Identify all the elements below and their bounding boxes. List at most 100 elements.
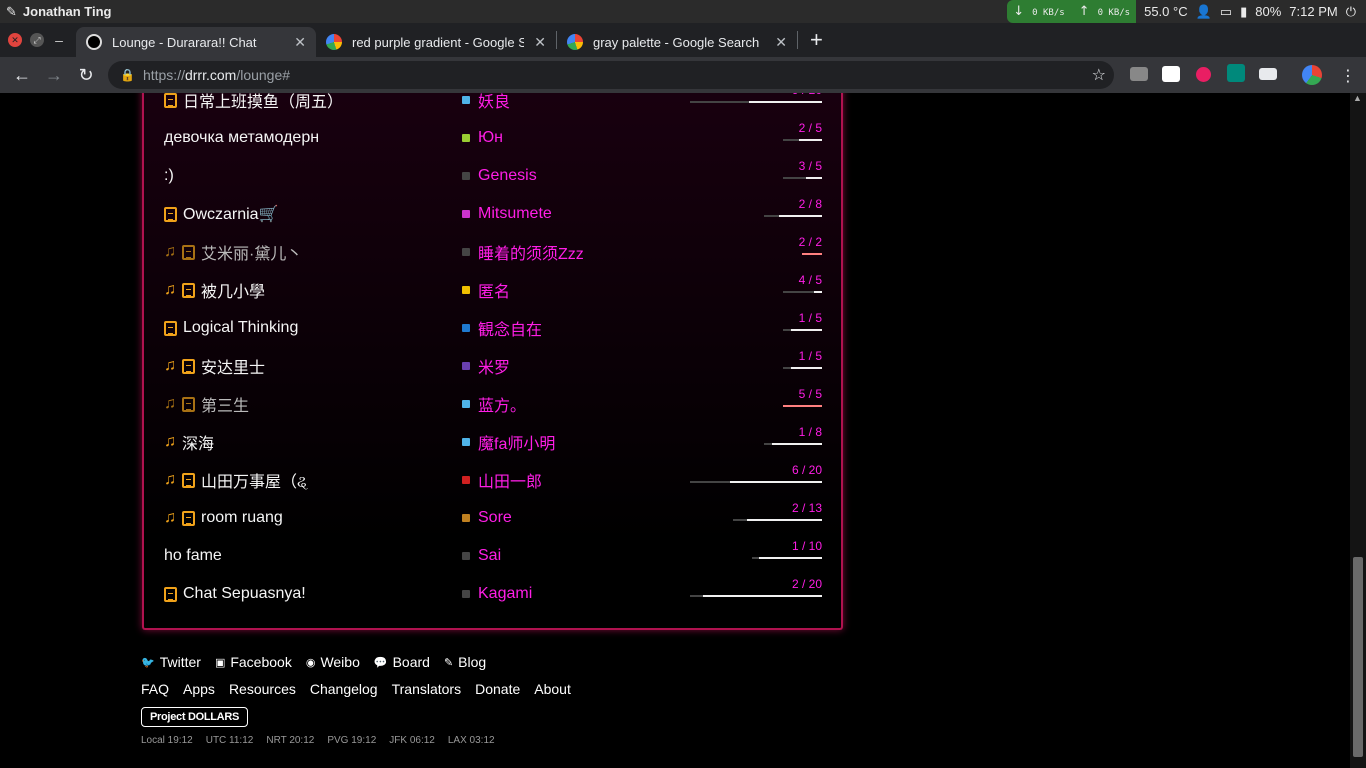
occupancy-bar-fill (798, 139, 822, 141)
room-name[interactable]: :) (164, 157, 174, 195)
room-row[interactable]: ♫ 安达里士 米罗 1 / 5 (144, 347, 841, 385)
room-row[interactable]: Owczarnia🛒 Mitsumete 2 / 8 (144, 195, 841, 233)
room-host[interactable]: 山田一郎 (462, 461, 542, 499)
tab-gray-palette[interactable]: gray palette - Google Search ✕ (557, 27, 797, 57)
room-row[interactable]: девочка метамодерн Юн 2 / 5 (144, 119, 841, 157)
room-row[interactable]: ho fame Sai 1 / 10 (144, 537, 841, 575)
power-icon[interactable]: ⏻ (1346, 4, 1356, 20)
extension-font-icon[interactable] (1162, 66, 1180, 82)
os-user-menu[interactable]: ✎ Jonathan Ting (0, 4, 112, 20)
room-name[interactable]: Logical Thinking (164, 309, 298, 347)
room-host[interactable]: 妖良 (462, 93, 510, 119)
room-row[interactable]: ♫ 深海 魔fa师小明 1 / 8 (144, 423, 841, 461)
room-host[interactable]: 睡着的须须Zzz (462, 233, 584, 271)
room-host[interactable]: Genesis (462, 157, 537, 195)
lock-icon[interactable]: 🔒 (120, 68, 135, 82)
back-arrow-icon[interactable]: ← (6, 65, 38, 86)
blog-link[interactable]: ✎ Blog (444, 654, 486, 670)
menu-kebab-icon[interactable]: ⋮ (1340, 66, 1356, 86)
forward-arrow-icon[interactable]: → (38, 65, 70, 86)
host-color-dot-icon (462, 172, 470, 180)
room-name[interactable]: Owczarnia🛒 (164, 195, 279, 233)
close-window-icon[interactable]: ✕ (8, 33, 22, 47)
translators-link[interactable]: Translators (392, 681, 462, 697)
room-name[interactable]: ♫ 山田万事屋（ୡ (164, 461, 308, 499)
apps-link[interactable]: Apps (183, 681, 215, 697)
music-note-icon: ♫ (164, 509, 176, 526)
close-tab-icon[interactable]: ✕ (775, 34, 787, 51)
room-host[interactable]: 魔fa师小明 (462, 423, 555, 461)
person-icon[interactable]: 👤 (1196, 4, 1212, 20)
project-dollars-button[interactable]: Project DOLLARS (141, 707, 249, 727)
faq-link[interactable]: FAQ (141, 681, 169, 697)
profile-avatar[interactable] (1302, 65, 1322, 85)
twitter-link[interactable]: 🐦 Twitter (141, 654, 201, 670)
tab-lounge[interactable]: Lounge - Durarara!! Chat ✕ (76, 27, 316, 57)
room-host[interactable]: 匿名 (462, 271, 510, 309)
room-host[interactable]: Sore (462, 499, 512, 537)
room-host[interactable]: Sai (462, 537, 501, 575)
board-link[interactable]: 💬 Board (374, 654, 430, 670)
about-link[interactable]: About (534, 681, 571, 697)
new-tab-plus-icon[interactable]: + (798, 27, 835, 53)
room-name[interactable]: ♫ 艾米丽·黛儿丶 (164, 233, 302, 271)
room-host[interactable]: 米罗 (462, 347, 510, 385)
extension-keyboard-icon[interactable] (1130, 67, 1148, 81)
room-name[interactable]: ♫ room ruang (164, 499, 283, 537)
room-row[interactable]: ♫ 第三生 蓝方。 5 / 5 (144, 385, 841, 423)
host-name: 匿名 (478, 284, 511, 301)
room-row[interactable]: ♫ 艾米丽·黛儿丶 睡着的须须Zzz 2 / 2 (144, 233, 841, 271)
extension-cast-icon[interactable] (1259, 68, 1277, 80)
close-tab-icon[interactable]: ✕ (294, 34, 306, 51)
room-row[interactable]: ♫ 被几小學 匿名 4 / 5 (144, 271, 841, 309)
resources-link[interactable]: Resources (229, 681, 296, 697)
notepad-icon (164, 320, 177, 336)
room-name[interactable]: ♫ 被几小學 (164, 271, 265, 309)
minimize-window-icon[interactable]: – (52, 32, 66, 48)
close-tab-icon[interactable]: ✕ (534, 34, 546, 51)
os-user-name: Jonathan Ting (22, 4, 112, 19)
room-name[interactable]: ♫ 安达里士 (164, 347, 265, 385)
tab-red-purple-gradient[interactable]: red purple gradient - Google Search ✕ (316, 27, 556, 57)
weibo-link[interactable]: ◉ Weibo (306, 654, 360, 670)
room-host[interactable]: Mitsumete (462, 195, 552, 233)
room-name-text: 第三生 (201, 398, 250, 415)
extension-play-icon[interactable] (1196, 67, 1211, 82)
room-name[interactable]: ♫ 深海 (164, 423, 214, 461)
scrollbar-thumb[interactable] (1353, 557, 1363, 757)
room-name[interactable]: ho fame (164, 537, 222, 575)
reload-icon[interactable]: ↻ (70, 65, 102, 86)
display-icon[interactable]: ▭ (1220, 4, 1232, 20)
restore-window-icon[interactable]: ⤢ (30, 33, 44, 47)
room-host[interactable]: Юн (462, 119, 503, 157)
room-name[interactable]: 日常上班摸鱼（周五） (164, 93, 343, 119)
battery-icon[interactable]: ▮ (1240, 4, 1247, 20)
scroll-up-icon[interactable]: ▲ (1353, 93, 1362, 103)
facebook-link[interactable]: ▣ Facebook (215, 654, 292, 670)
clock[interactable]: 7:12 PM (1289, 4, 1337, 19)
room-row[interactable]: Chat Sepuasnya! Kagami 2 / 20 (144, 575, 841, 613)
notepad-icon (164, 93, 177, 108)
room-row[interactable]: ♫ 山田万事屋（ୡ 山田一郎 6 / 20 (144, 461, 841, 499)
room-occupancy: 6 / 20 (791, 463, 822, 477)
address-bar[interactable]: 🔒 https://drrr.com/lounge# ☆ (108, 61, 1114, 89)
occupancy-bar (690, 481, 822, 483)
room-name[interactable]: девочка метамодерн (164, 119, 319, 157)
room-name-text: room ruang (201, 509, 283, 526)
google-favicon-icon (326, 34, 342, 50)
bookmark-star-icon[interactable]: ☆ (1092, 65, 1106, 85)
room-row[interactable]: 日常上班摸鱼（周五） 妖良 9 / 20 (144, 93, 841, 119)
room-host[interactable]: Kagami (462, 575, 532, 613)
changelog-link[interactable]: Changelog (310, 681, 378, 697)
room-host[interactable]: 蓝方。 (462, 385, 526, 423)
room-row[interactable]: :) Genesis 3 / 5 (144, 157, 841, 195)
host-name: 魔fa师小明 (478, 436, 556, 453)
extension-s-icon[interactable] (1227, 64, 1245, 82)
room-name[interactable]: ♫ 第三生 (164, 385, 249, 423)
room-row[interactable]: ♫ room ruang Sore 2 / 13 (144, 499, 841, 537)
donate-link[interactable]: Donate (475, 681, 520, 697)
room-host[interactable]: 観念自在 (462, 309, 542, 347)
room-name[interactable]: Chat Sepuasnya! (164, 575, 306, 613)
room-row[interactable]: Logical Thinking 観念自在 1 / 5 (144, 309, 841, 347)
network-monitor[interactable]: ↓ 0 KB/s ↑ 0 KB/s (1007, 0, 1137, 23)
